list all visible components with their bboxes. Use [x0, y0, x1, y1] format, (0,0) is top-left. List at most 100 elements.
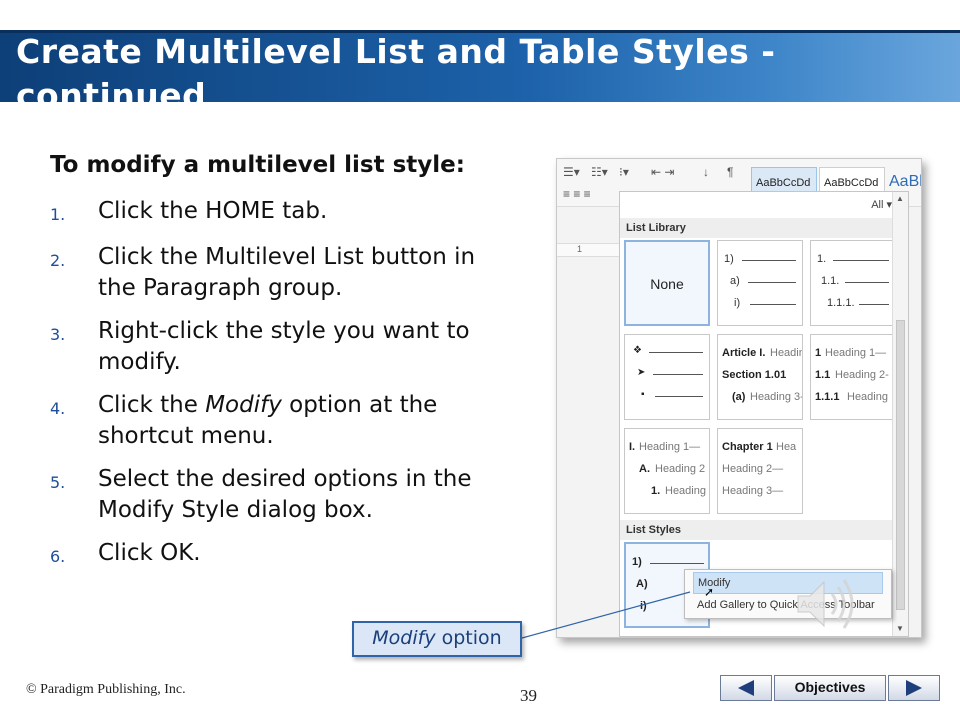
step-item: 6. Click OK.	[50, 538, 520, 572]
list-level-label: 1)	[632, 556, 642, 568]
heading-sample: Heading 1—	[639, 441, 701, 453]
list-tile-article[interactable]: Article I. Heading Section 1.01 (a) Head…	[717, 334, 803, 420]
list-tile-bullets[interactable]: ❖ ➤ ▪	[624, 334, 710, 420]
heading-sample: Heading 1—	[825, 347, 887, 359]
heading-sample: Heading	[665, 485, 706, 497]
list-level-label: 1)	[724, 253, 734, 265]
step-number: 3.	[50, 325, 66, 344]
list-level-label: 1.1.	[821, 275, 840, 287]
list-tile-chapter[interactable]: Chapter 1 Hea Heading 2— Heading 3—	[717, 428, 803, 514]
list-level-label: 1.1	[815, 369, 831, 381]
list-tile-heading-numbered[interactable]: 1 Heading 1— 1.1 Heading 2- 1.1.1 Headin…	[810, 334, 896, 420]
step-number: 1.	[50, 205, 66, 224]
gallery-filter-label: All	[871, 199, 884, 211]
list-level-label: Article I.	[722, 347, 766, 359]
heading-sample: Heading 3—	[722, 485, 784, 497]
step-text: Right-click the style you want to modify…	[98, 318, 470, 375]
heading-sample: Heading 3-	[750, 391, 803, 403]
previous-slide-button[interactable]	[720, 675, 772, 701]
step-text-pre: Click the	[98, 392, 206, 418]
gallery-scrollbar[interactable]: ▲ ▼	[892, 192, 908, 636]
list-level-label: i)	[734, 297, 741, 309]
scroll-thumb[interactable]	[896, 320, 905, 610]
bullets-icon[interactable]: ☰▾	[563, 165, 580, 179]
level-line	[655, 396, 703, 397]
pilcrow-icon[interactable]: ¶	[727, 165, 733, 179]
step-number: 4.	[50, 399, 66, 418]
level-line	[649, 352, 703, 353]
heading-sample: Heading	[847, 391, 888, 403]
mouse-pointer-icon: ➚	[704, 585, 715, 599]
heading-sample: Heading 2—	[722, 463, 784, 475]
scroll-down-icon[interactable]: ▼	[896, 624, 904, 633]
level-line	[653, 374, 703, 375]
step-number: 6.	[50, 547, 66, 566]
none-label: None	[650, 276, 684, 292]
step-text: Click OK.	[98, 540, 201, 566]
list-level-label: 1.1.1	[815, 391, 840, 403]
level-line	[859, 304, 889, 305]
step-text: Click the Multilevel List button in the …	[98, 244, 476, 301]
list-tile-numbered[interactable]: 1) a) i)	[717, 240, 803, 326]
modify-option-callout: Modify option	[352, 621, 522, 657]
speaker-icon[interactable]	[792, 574, 862, 634]
next-slide-button[interactable]	[888, 675, 940, 701]
align-left-icon[interactable]: ≡ ≡ ≡	[563, 187, 591, 201]
copyright-text: © Paradigm Publishing, Inc.	[26, 682, 186, 697]
step-number: 5.	[50, 473, 66, 492]
callout-emphasis: Modify	[372, 627, 436, 649]
slide-navigation: Objectives	[720, 675, 940, 701]
list-level-label: a)	[730, 275, 740, 287]
objectives-button[interactable]: Objectives	[774, 675, 886, 701]
step-item: 2. Click the Multilevel List button in t…	[50, 242, 520, 304]
square-bullet-icon: ▪	[641, 389, 645, 400]
step-text: Select the desired options in the Modify…	[98, 466, 472, 523]
numbering-icon[interactable]: ☷▾	[591, 165, 608, 179]
list-level-label: Section 1.01	[722, 369, 787, 381]
list-level-label: 1.	[651, 485, 661, 497]
step-item: 3. Right-click the style you want to mod…	[50, 316, 520, 378]
slide-title: Create Multilevel List and Table Styles …	[16, 32, 776, 102]
ruler: 1	[557, 243, 619, 257]
right-arrow-icon	[906, 680, 922, 696]
list-level-label: I.	[629, 441, 636, 453]
diamond-bullet-icon: ❖	[633, 345, 642, 356]
heading-sample: Heading 2-	[835, 369, 889, 381]
steps-list: 1. Click the HOME tab. 2. Click the Mult…	[50, 196, 520, 584]
list-library-header: List Library	[620, 218, 892, 238]
step-text: Click the HOME tab.	[98, 198, 328, 224]
heading-sample: Heading	[770, 347, 802, 359]
list-level-label: 1.1.1.	[827, 297, 855, 309]
list-level-label: i)	[640, 600, 647, 612]
level-line	[845, 282, 889, 283]
step-number: 2.	[50, 251, 66, 270]
heading-sample: Hea	[776, 441, 797, 453]
page-number: 39	[520, 686, 537, 705]
ruler-mark: 1	[577, 244, 583, 254]
list-level-label: A.	[639, 463, 650, 475]
sort-icon[interactable]: ↓	[703, 165, 709, 179]
arrow-bullet-icon: ➤	[637, 367, 646, 378]
style-sample[interactable]: AaBl	[889, 173, 921, 191]
level-line	[833, 260, 889, 261]
list-tile-roman[interactable]: I. Heading 1— A. Heading 2 1. Heading	[624, 428, 710, 514]
heading-sample: Heading 2	[655, 463, 706, 475]
indent-icon[interactable]: ⇤ ⇥	[651, 165, 674, 179]
list-level-label: 1	[815, 347, 822, 359]
list-tile-none[interactable]: None	[624, 240, 710, 326]
step-item: 1. Click the HOME tab.	[50, 196, 520, 230]
list-level-label: A)	[636, 578, 648, 590]
list-level-label: (a)	[732, 391, 746, 403]
word-screenshot: ☰▾ ☷▾ ⁝▾ ⇤ ⇥ ↓ ¶ ≡ ≡ ≡ AaBbCcDd AaBbCcDd…	[556, 158, 922, 638]
list-level-label: 1.	[817, 253, 827, 265]
multilevel-list-icon[interactable]: ⁝▾	[619, 165, 629, 179]
step-item: 4. Click the Modify option at the shortc…	[50, 390, 520, 452]
left-arrow-icon	[738, 680, 754, 696]
list-styles-header: List Styles	[620, 520, 892, 540]
step-item: 5. Select the desired options in the Mod…	[50, 464, 520, 526]
list-tile-decimal[interactable]: 1. 1.1. 1.1.1.	[810, 240, 896, 326]
scroll-up-icon[interactable]: ▲	[896, 194, 904, 203]
level-line	[750, 304, 796, 305]
step-text: Click the Modify option at the shortcut …	[98, 390, 520, 452]
gallery-filter[interactable]: All ▾	[871, 198, 892, 211]
